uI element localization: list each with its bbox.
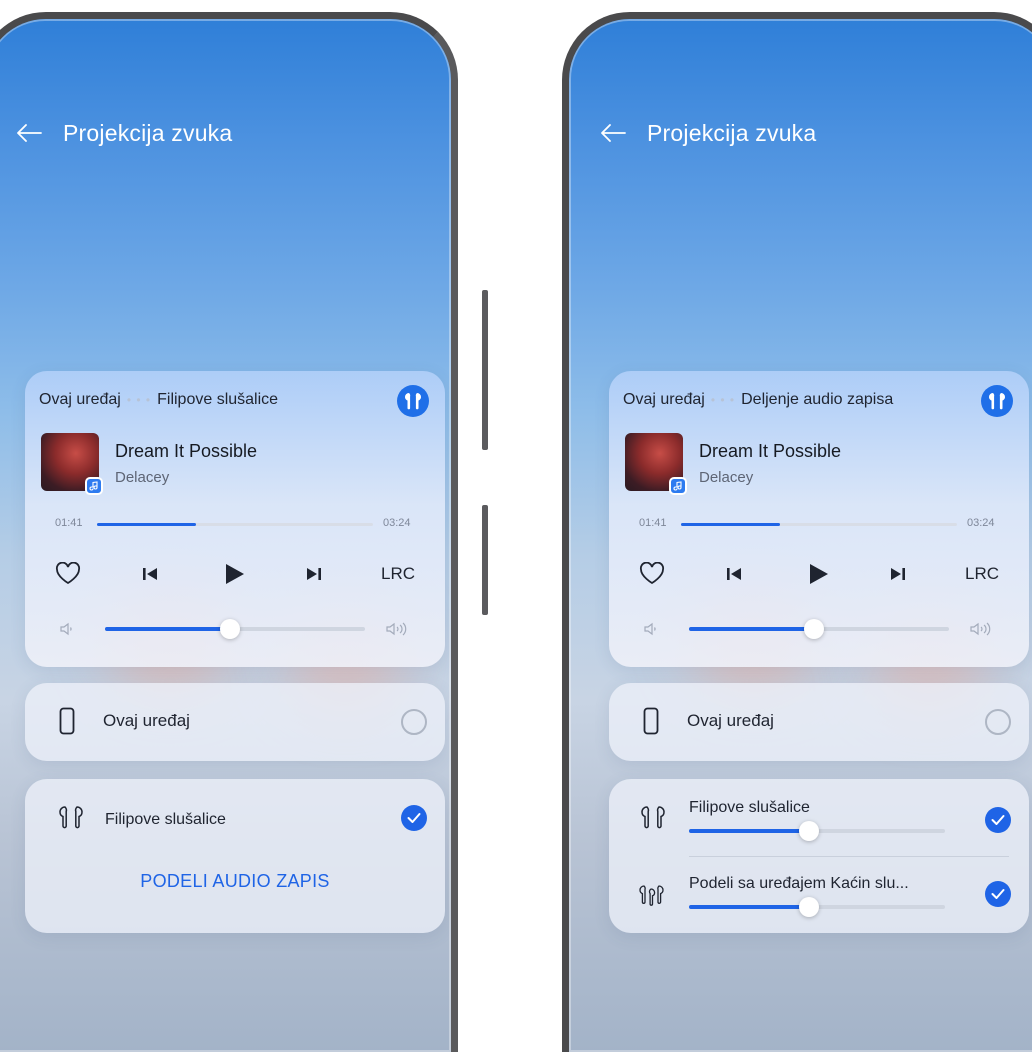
volume-slider[interactable] [105,619,365,639]
route-label: Ovaj uređaj • • • Filipove slušalice [39,391,278,409]
route-to[interactable]: Filipove slušalice [157,391,278,409]
output-label: Filipove slušalice [689,799,810,816]
time-total: 03:24 [383,517,411,529]
phone-icon [59,707,75,740]
output-volume-fill [689,829,810,833]
time-elapsed: 01:41 [639,517,667,529]
playback-controls: LRC [25,559,445,589]
earphones-label: Filipove slušalice [105,811,226,828]
checkmark-icon[interactable] [985,881,1011,907]
route-from: Ovaj uređaj [39,391,121,408]
checkmark-icon[interactable] [985,807,1011,833]
play-icon[interactable] [223,559,245,589]
volume-low-icon [643,621,659,642]
phone-icon [643,707,659,740]
earbuds-icon [639,805,667,834]
earbuds-badge-icon[interactable] [981,385,1013,417]
phone-screen-left: Projekcija zvuka Ovaj uređaj • • • Filip… [0,12,458,1052]
earbuds-badge-icon[interactable] [397,385,429,417]
album-art[interactable] [625,433,687,495]
checkmark-icon[interactable] [401,805,427,831]
header: Projekcija zvuka [15,119,232,147]
phone-side-button [482,505,488,615]
volume-high-icon [969,621,995,642]
music-app-icon [85,477,103,495]
page-title: Projekcija zvuka [63,119,233,146]
previous-track-icon[interactable] [725,559,743,589]
device-label: Ovaj uređaj [103,711,190,730]
route-to[interactable]: Deljenje audio zapisa [741,391,893,409]
back-arrow-icon[interactable] [599,119,627,147]
output-label: Podeli sa uređajem Kaćin slu... [689,875,909,892]
device-option-card[interactable]: Ovaj uređaj [609,683,1029,761]
output-volume-knob[interactable] [799,897,820,917]
route-label: Ovaj uređaj • • • Deljenje audio zapisa [623,391,893,409]
media-card: Ovaj uređaj • • • Deljenje audio zapisa … [609,371,1029,667]
volume-fill [105,627,230,631]
share-audio-button[interactable]: PODELI AUDIO ZAPIS [25,871,445,892]
media-card: Ovaj uređaj • • • Filipove slušalice Dre… [25,371,445,667]
route-dots-icon: • • • [126,393,152,407]
play-icon[interactable] [807,559,829,589]
song-title: Dream It Possible [699,441,842,461]
earphones-card: Filipove slušalice PODELI AUDIO ZAPIS [25,779,445,933]
time-total: 03:24 [967,517,995,529]
progress-bar[interactable] [97,523,373,526]
playback-controls: LRC [609,559,1029,589]
output-volume-slider[interactable] [689,897,945,917]
next-track-icon[interactable] [305,559,323,589]
device-radio[interactable] [401,709,427,735]
progress-fill [97,523,197,526]
phone-screen-right: Projekcija zvuka Ovaj uređaj • • • Delje… [562,12,1032,1052]
earbuds-icon [57,805,85,834]
back-arrow-icon[interactable] [15,119,43,147]
device-option-card[interactable]: Ovaj uređaj [25,683,445,761]
volume-high-icon [385,621,411,642]
music-app-icon [669,477,687,495]
time-elapsed: 01:41 [55,517,83,529]
device-radio[interactable] [985,709,1011,735]
page-title: Projekcija zvuka [647,119,817,146]
route-from: Ovaj uređaj [623,391,705,408]
song-title: Dream It Possible [115,441,258,461]
route-dots-icon: • • • [710,393,736,407]
header: Projekcija zvuka [599,119,816,147]
volume-low-icon [59,621,75,642]
volume-knob[interactable] [219,619,240,639]
artist-name: Delacey [115,469,170,486]
output-volume-knob[interactable] [799,821,820,841]
progress-fill [681,523,781,526]
heart-icon[interactable] [55,559,81,589]
device-label: Ovaj uređaj [687,711,774,730]
phone-side-button [482,290,488,450]
output-volume-slider[interactable] [689,821,945,841]
artist-name: Delacey [699,469,754,486]
volume-slider[interactable] [689,619,949,639]
shared-earbuds-icon [637,883,667,912]
progress-bar[interactable] [681,523,957,526]
lyrics-button[interactable]: LRC [381,559,415,589]
divider [689,856,1009,857]
heart-icon[interactable] [639,559,665,589]
output-volume-fill [689,905,810,909]
shared-outputs-card: Filipove slušalice Podeli sa uređajem Ka… [609,779,1029,933]
album-art[interactable] [41,433,103,495]
lyrics-button[interactable]: LRC [965,559,999,589]
volume-fill [689,627,814,631]
next-track-icon[interactable] [889,559,907,589]
previous-track-icon[interactable] [141,559,159,589]
volume-knob[interactable] [803,619,824,639]
